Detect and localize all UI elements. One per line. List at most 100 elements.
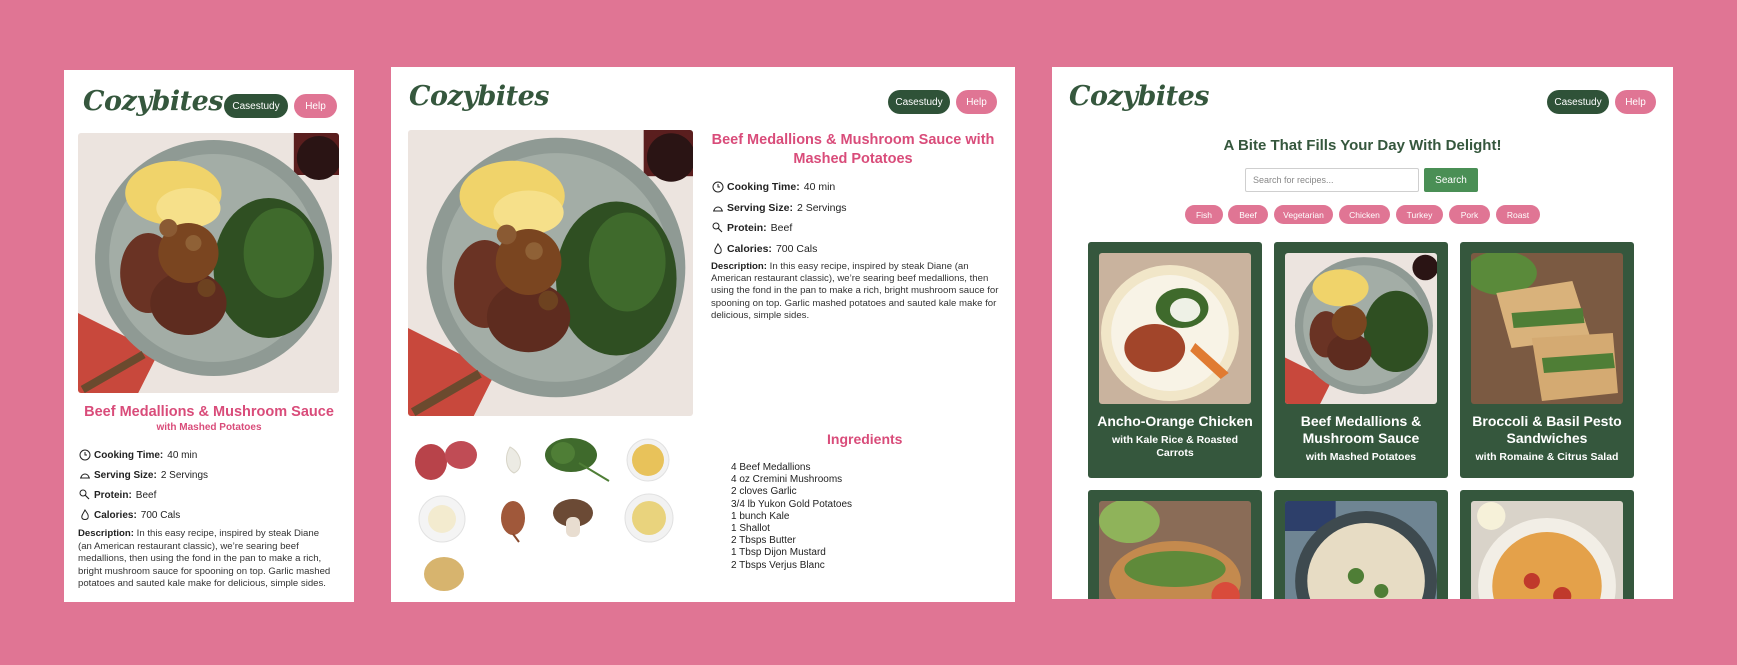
fact-label: Calories:	[727, 242, 772, 255]
card-image	[1099, 501, 1251, 599]
flame-icon	[711, 242, 724, 255]
recipe-photo	[78, 133, 339, 393]
search-button[interactable]: Search	[1424, 168, 1478, 192]
recipe-facts: Cooking Time: 40 min Serving Size: 2 Servi…	[711, 177, 847, 259]
fact-cooking-time: Cooking Time: 40 min	[78, 445, 208, 465]
ingredient-image-verjus	[625, 437, 671, 487]
fact-value: 2 Servings	[160, 469, 209, 481]
card-subtitle: with Kale Rice & Roasted Carrots	[1111, 434, 1239, 459]
ingredients-title: Ingredients	[827, 431, 903, 447]
recipe-card[interactable]: Broccoli & Basil Pesto Sandwiches with R…	[1460, 242, 1634, 478]
flame-icon	[78, 509, 91, 522]
drumstick-icon	[711, 222, 724, 235]
fact-serving-size: Serving Size: 2 Servings	[711, 198, 847, 219]
ingredients-list: 4 Beef Medallions 4 oz Cremini Mushrooms…	[731, 462, 852, 572]
recipe-card[interactable]: Ancho-Orange Chicken with Kale Rice & Ro…	[1088, 242, 1262, 478]
recipe-facts: Cooking Time: 40 min Serving Size: 2 Servi…	[78, 445, 208, 525]
ingredient-item: 2 Tbsps Butter	[731, 535, 796, 547]
search-input[interactable]	[1245, 168, 1419, 192]
card-image	[1471, 501, 1623, 599]
cloche-icon	[78, 469, 91, 482]
filter-turkey[interactable]: Turkey	[1396, 205, 1443, 224]
ingredient-image-garlic	[496, 439, 536, 483]
fact-protein: Protein: Beef	[711, 218, 847, 239]
fact-cooking-time: Cooking Time: 40 min	[711, 177, 847, 198]
recipe-description: Description: In this easy recipe, inspir…	[78, 528, 333, 591]
casestudy-button[interactable]: Casestudy	[888, 90, 950, 114]
fact-value: 700 Cals	[140, 509, 181, 521]
card-image	[1099, 253, 1251, 404]
recipe-title: Beef Medallions & Mushroom Sauce	[84, 404, 334, 420]
fact-label: Cooking Time:	[727, 181, 800, 194]
fact-label: Calories:	[94, 509, 137, 521]
help-button[interactable]: Help	[1615, 90, 1656, 114]
card-image	[1471, 253, 1623, 404]
ingredient-item: 1 Tbsp Dijon Mustard	[731, 547, 826, 559]
fact-value: 700 Cals	[775, 242, 818, 255]
recipe-subtitle: with Mashed Potatoes	[156, 422, 262, 433]
filter-pork[interactable]: Pork	[1449, 205, 1490, 224]
ingredient-image-potato	[421, 553, 467, 599]
card-title: Broccoli & Basil Pesto Sandwiches	[1472, 413, 1622, 446]
fact-serving-size: Serving Size: 2 Servings	[78, 465, 208, 485]
filter-chicken[interactable]: Chicken	[1339, 205, 1390, 224]
description-label: Description:	[711, 261, 767, 272]
recipe-card[interactable]: Beef Medallions & Mushroom Sauce with Ma…	[1274, 242, 1448, 478]
card-title: Beef Medallions & Mushroom Sauce	[1300, 413, 1422, 446]
logo[interactable]: Cozybites	[409, 81, 550, 112]
ingredient-item: 3/4 lb Yukon Gold Potatoes	[731, 498, 853, 510]
ingredient-image-beef	[411, 437, 481, 486]
fact-value: Beef	[135, 489, 157, 501]
ingredient-item: 2 cloves Garlic	[731, 486, 797, 498]
drumstick-icon	[78, 489, 91, 502]
ingredient-item: 4 oz Cremini Mushrooms	[731, 474, 843, 486]
fact-calories: Calories: 700 Cals	[711, 239, 847, 260]
ingredient-image-dijon	[623, 492, 675, 548]
mobile-recipe-panel: Cozybites Casestudy Help Beef Medallions…	[64, 70, 354, 602]
fact-value: 2 Servings	[796, 201, 847, 214]
fact-label: Cooking Time:	[94, 449, 164, 461]
help-button[interactable]: Help	[956, 90, 997, 114]
fact-calories: Calories: 700 Cals	[78, 505, 208, 525]
recipe-card[interactable]	[1088, 490, 1262, 599]
fact-label: Serving Size:	[727, 201, 793, 214]
ingredient-image-butter	[417, 494, 467, 548]
clock-icon	[78, 449, 91, 462]
filter-roast[interactable]: Roast	[1496, 205, 1540, 224]
ingredient-image-kale	[539, 433, 615, 489]
ingredient-item: 4 Beef Medallions	[731, 462, 811, 473]
recipe-full-title: Beef Medallions & Mushroom Sauce with Ma…	[711, 132, 995, 167]
fact-value: 40 min	[167, 449, 198, 461]
description-label: Description:	[78, 528, 134, 539]
filter-fish[interactable]: Fish	[1185, 205, 1223, 224]
ingredient-item: 1 Shallot	[731, 523, 770, 535]
recipe-photo	[408, 130, 693, 416]
card-subtitle: with Mashed Potatoes	[1305, 451, 1417, 463]
fact-label: Serving Size:	[94, 469, 157, 481]
ingredient-item: 2 Tbsps Verjus Blanc	[731, 559, 825, 571]
card-subtitle: with Romaine & Citrus Salad	[1475, 451, 1619, 463]
fact-label: Protein:	[727, 222, 767, 235]
fact-value: 40 min	[803, 181, 836, 194]
casestudy-button[interactable]: Casestudy	[224, 94, 288, 118]
logo[interactable]: Cozybites	[1069, 81, 1210, 112]
ingredient-image-shallot	[493, 494, 533, 548]
card-image	[1285, 501, 1437, 599]
casestudy-button[interactable]: Casestudy	[1547, 90, 1609, 114]
cloche-icon	[711, 201, 724, 214]
help-button[interactable]: Help	[294, 94, 337, 118]
fact-label: Protein:	[94, 489, 132, 501]
filter-vegetarian[interactable]: Vegetarian	[1274, 205, 1333, 224]
recipe-card[interactable]	[1460, 490, 1634, 599]
card-image	[1285, 253, 1437, 404]
recipe-description: Description: In this easy recipe, inspir…	[711, 261, 1001, 322]
fact-value: Beef	[770, 222, 793, 235]
homepage-panel: Cozybites Casestudy Help A Bite That Fil…	[1052, 67, 1673, 599]
recipe-card[interactable]	[1274, 490, 1448, 599]
ingredient-item: 1 bunch Kale	[731, 510, 790, 522]
logo[interactable]: Cozybites	[83, 86, 224, 117]
card-title: Ancho-Orange Chicken	[1097, 413, 1253, 429]
filter-beef[interactable]: Beef	[1228, 205, 1268, 224]
clock-icon	[711, 181, 724, 194]
ingredient-image-mushroom	[548, 495, 598, 547]
